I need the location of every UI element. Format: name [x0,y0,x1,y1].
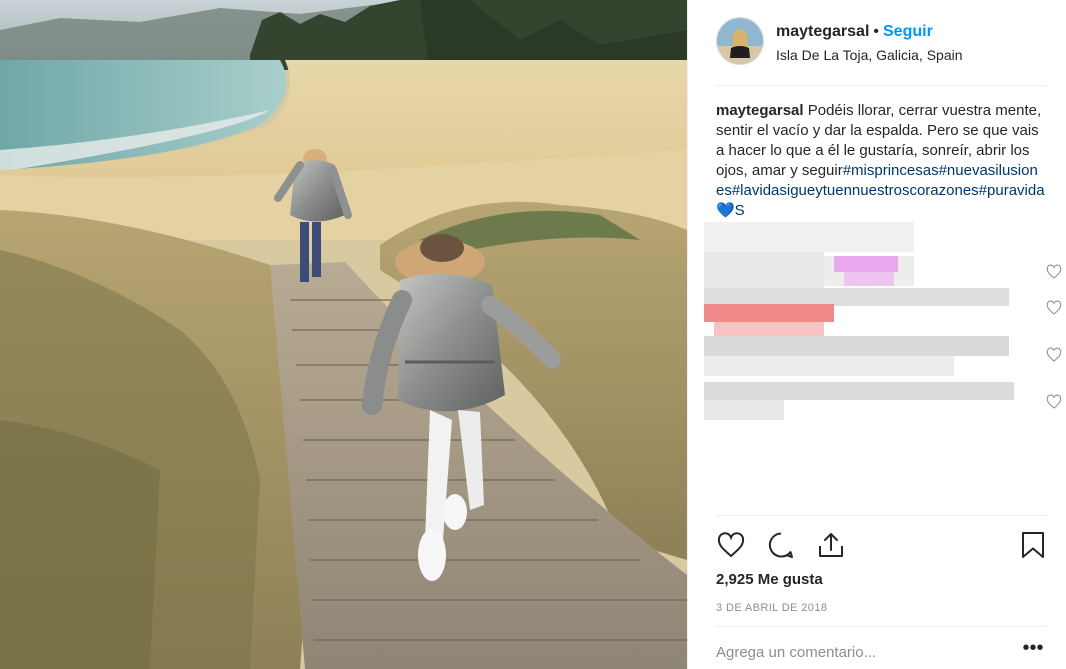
comment-bubble-icon[interactable] [766,530,796,560]
beach-boardwalk-image [0,0,687,669]
comment-like-heart-icon[interactable] [1046,347,1062,363]
post-actions [716,515,1046,575]
comment-like-heart-icon[interactable] [1046,394,1062,410]
avatar[interactable] [716,17,764,65]
post-date[interactable]: 3 DE ABRIL DE 2018 [716,602,827,614]
comment-like-heart-icon[interactable] [1046,264,1062,280]
follow-button[interactable]: Seguir [883,23,933,40]
separator-dot: • [873,23,879,40]
add-comment-form: ••• [716,626,1046,669]
blurred-comments [704,222,1062,432]
post-caption: maytegarsal Podéis llorar, cerrar vuestr… [716,101,1046,221]
location-link[interactable]: Isla De La Toja, Galicia, Spain [776,47,963,63]
post-details-panel: maytegarsal • Seguir Isla De La Toja, Gali… [687,0,1066,669]
user-line: maytegarsal • Seguir [776,23,933,41]
post-photo[interactable] [0,0,687,669]
likes-count[interactable]: 2,925 Me gusta [716,571,823,588]
share-icon[interactable] [816,530,846,560]
post-header: maytegarsal • Seguir Isla De La Toja, Gali… [716,16,1046,86]
avatar-image [717,18,763,64]
bookmark-icon[interactable] [1018,530,1048,560]
caption-username[interactable]: maytegarsal [716,102,804,119]
comment-like-heart-icon[interactable] [1046,300,1062,316]
comment-input[interactable] [716,639,1006,665]
more-options-icon[interactable]: ••• [1020,638,1046,661]
heart-outline-icon[interactable] [716,530,746,560]
username-link[interactable]: maytegarsal [776,23,869,40]
